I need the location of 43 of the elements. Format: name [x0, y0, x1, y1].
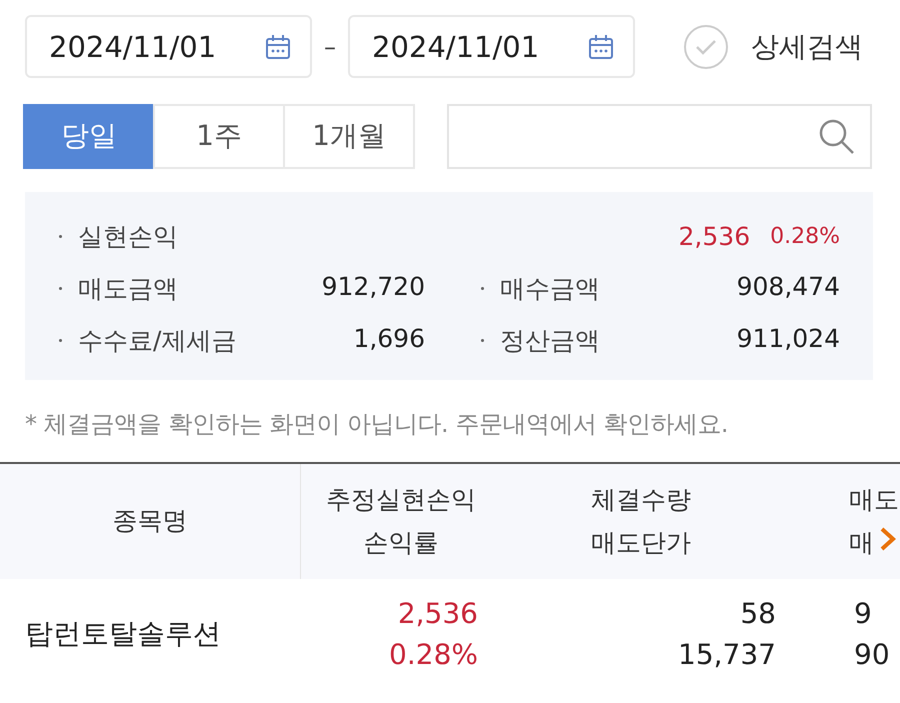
search-field[interactable] — [447, 104, 872, 168]
table-cell-text: 90 — [854, 638, 891, 671]
period-tab[interactable]: 1주 — [153, 104, 285, 168]
summary-value: 1,696 — [353, 324, 425, 354]
table-cell: 0.28% — [389, 638, 478, 671]
column-header: 종목명 — [112, 505, 188, 538]
check-circle-icon[interactable] — [683, 24, 729, 70]
stock-name[interactable]: 탑런토탈솔루션 — [25, 615, 221, 653]
calendar-icon[interactable] — [264, 32, 292, 60]
column-header: 매도 — [849, 484, 899, 516]
notice-text: * 체결금액을 확인하는 화면이 아닙니다. 주문내역에서 확인하세요. — [24, 409, 730, 440]
summary-value: 2,536 — [678, 222, 750, 250]
table-cell: 2,536 — [398, 597, 478, 630]
summary-label: 정산금액 — [500, 324, 600, 356]
table-cell-text: 9 — [854, 597, 873, 630]
column-header: 매도단가 — [591, 526, 691, 558]
calendar-icon[interactable] — [587, 32, 615, 60]
summary-rate: 0.28% — [770, 224, 840, 248]
column-header: 손익률 — [364, 526, 438, 558]
column-header: 매 — [849, 526, 874, 558]
chevron-right-icon[interactable] — [878, 526, 898, 552]
bullet-icon — [481, 338, 484, 342]
bullet-icon — [59, 286, 62, 290]
summary-label: 실현손익 — [78, 220, 178, 252]
summary-value: 911,024 — [736, 324, 840, 354]
table-cell: 58 — [740, 597, 776, 630]
column-header: 추정실현손익 — [326, 484, 476, 516]
summary-label: 매도금액 — [78, 272, 178, 304]
bullet-icon — [59, 234, 62, 238]
detail-search-label[interactable]: 상세검색 — [751, 28, 863, 66]
summary-value: 912,720 — [322, 272, 425, 302]
range-separator: – — [323, 32, 337, 60]
bullet-icon — [59, 338, 62, 342]
date-field[interactable]: 2024/11/01 — [25, 15, 312, 78]
column-header: 체결수량 — [591, 484, 691, 516]
table-cell: 15,737 — [678, 638, 776, 671]
bullet-icon — [481, 286, 484, 290]
period-tab[interactable]: 당일 — [23, 104, 155, 168]
summary-label: 수수료/제세금 — [78, 324, 236, 356]
summary-label: 매수금액 — [500, 272, 600, 304]
summary-value: 908,474 — [736, 272, 840, 302]
date-field[interactable]: 2024/11/01 — [348, 15, 635, 78]
period-tab[interactable]: 1개월 — [283, 104, 415, 168]
